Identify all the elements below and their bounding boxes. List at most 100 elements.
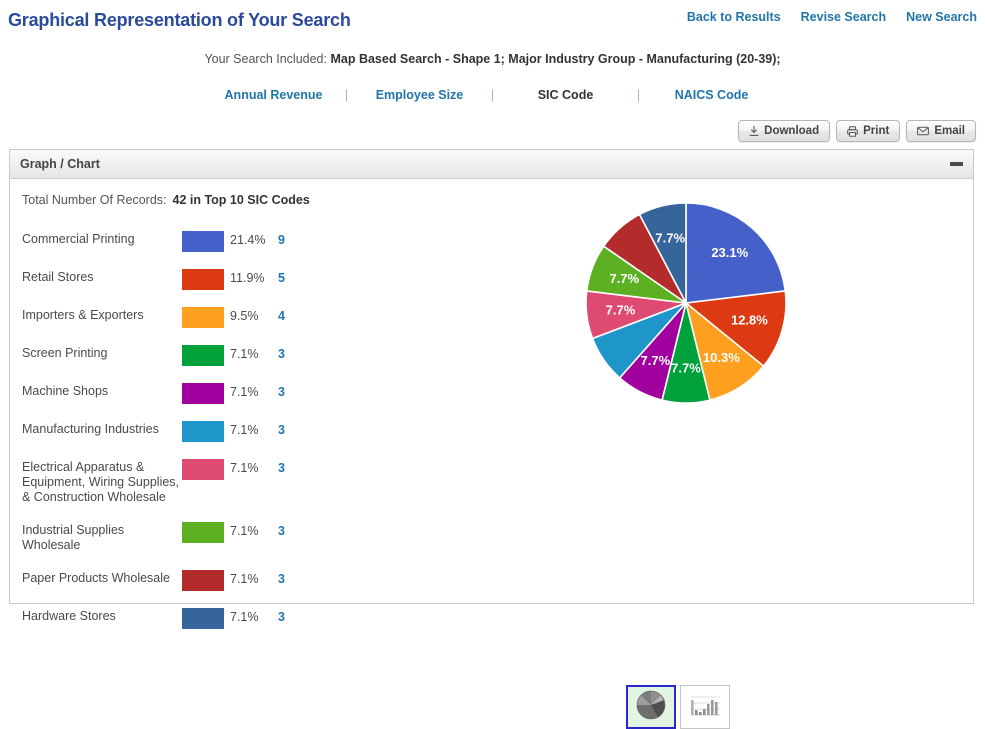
pie-slice-label: 10.3% [703, 350, 740, 365]
legend-count-link[interactable]: 3 [278, 608, 300, 624]
total-records-label: Total Number Of Records: [22, 193, 167, 207]
legend-row: Hardware Stores 7.1% 3 [22, 608, 342, 629]
total-records-value: 42 in Top 10 SIC Codes [172, 193, 310, 207]
legend-count-link[interactable]: 9 [278, 231, 300, 247]
legend-count-link[interactable]: 3 [278, 421, 300, 437]
legend-count-link[interactable]: 3 [278, 522, 300, 538]
pie-chart-icon [634, 688, 668, 727]
legend-percent: 7.1% [230, 385, 259, 399]
search-summary-prefix: Your Search Included: [204, 52, 327, 66]
legend-label: Machine Shops [22, 384, 109, 398]
legend-swatch-cell [182, 608, 230, 629]
graph-chart-panel: Graph / Chart Total Number Of Records: 42… [9, 149, 974, 729]
download-icon [749, 125, 759, 137]
criteria-separator: | [636, 88, 641, 102]
legend-row: Paper Products Wholesale 7.1% 3 [22, 570, 342, 591]
legend-table: Commercial Printing 21.4% 9 Retail Store… [22, 231, 342, 629]
legend-row: Importers & Exporters 9.5% 4 [22, 307, 342, 328]
page-title: Graphical Representation of Your Search [8, 10, 351, 30]
criteria-tab-sic-code: SIC Code [537, 88, 594, 102]
legend-count-link[interactable]: 3 [278, 459, 300, 475]
legend-color-swatch [182, 421, 224, 442]
legend-swatch-cell [182, 421, 230, 442]
legend-row: Industrial Supplies Wholesale 7.1% 3 [22, 522, 342, 553]
legend-row: Retail Stores 11.9% 5 [22, 269, 342, 290]
legend-color-swatch [182, 383, 224, 404]
panel-body: Total Number Of Records: 42 in Top 10 SIC… [10, 179, 973, 729]
bar-chart-option[interactable] [680, 685, 730, 729]
criteria-tab-employee-size[interactable]: Employee Size [354, 88, 486, 102]
criteria-separator: | [490, 88, 495, 102]
pie-slice-label: 7.7% [671, 360, 701, 375]
legend-percent: 7.1% [230, 610, 259, 624]
legend-percent: 7.1% [230, 347, 259, 361]
pie-slice-label: 23.1% [711, 245, 748, 260]
minimize-icon[interactable] [950, 162, 963, 166]
legend-percent: 11.9% [230, 271, 265, 285]
legend-label: Hardware Stores [22, 609, 116, 623]
email-button[interactable]: Email [906, 120, 976, 142]
pie-chart-option[interactable] [626, 685, 676, 729]
legend-percent: 7.1% [230, 423, 259, 437]
top-nav-links: Back to Results Revise Search New Search [687, 10, 977, 24]
print-button-label: Print [863, 125, 890, 137]
legend-color-swatch [182, 269, 224, 290]
pie-slice-label: 12.8% [731, 313, 768, 328]
chart-area: 23.1% 12.8% 10.3% 7.7% 7.7% 7.7% 7.7% 7.7% [565, 199, 965, 599]
legend-swatch-cell [182, 231, 230, 252]
criteria-tab-naics-code[interactable]: NAICS Code [646, 88, 778, 102]
legend-swatch-cell [182, 570, 230, 591]
legend-count-link[interactable]: 5 [278, 269, 300, 285]
legend-label: Electrical Apparatus & Equipment, Wiring… [22, 460, 180, 504]
criteria-tab-annual-revenue[interactable]: Annual Revenue [208, 88, 340, 102]
back-to-results-link[interactable]: Back to Results [687, 10, 781, 24]
legend-label: Manufacturing Industries [22, 422, 159, 436]
legend-label: Retail Stores [22, 270, 94, 284]
legend-color-swatch [182, 570, 224, 591]
criteria-nav: Annual Revenue | Employee Size | SIC Cod… [0, 88, 985, 102]
new-search-link[interactable]: New Search [906, 10, 977, 24]
legend-swatch-cell [182, 307, 230, 328]
envelope-icon [917, 126, 930, 136]
pie-slice-label: 7.7% [609, 271, 639, 286]
pie-slice-label: 7.7% [641, 353, 671, 368]
email-button-label: Email [934, 125, 965, 137]
legend-count-link[interactable]: 3 [278, 345, 300, 361]
legend-label: Importers & Exporters [22, 308, 144, 322]
legend-label: Screen Printing [22, 346, 108, 360]
legend-count-link[interactable]: 3 [278, 383, 300, 399]
panel-title: Graph / Chart [20, 157, 100, 171]
search-summary: Your Search Included: Map Based Search -… [0, 52, 985, 66]
legend-row: Machine Shops 7.1% 3 [22, 383, 342, 404]
legend-percent: 9.5% [230, 309, 259, 323]
legend-row: Electrical Apparatus & Equipment, Wiring… [22, 459, 342, 505]
legend-row: Screen Printing 7.1% 3 [22, 345, 342, 366]
legend-percent: 7.1% [230, 572, 259, 586]
printer-icon [847, 125, 858, 137]
legend-row: Manufacturing Industries 7.1% 3 [22, 421, 342, 442]
download-button-label: Download [764, 125, 820, 137]
print-button[interactable]: Print [836, 120, 901, 142]
legend-color-swatch [182, 307, 224, 328]
criteria-separator: | [344, 88, 349, 102]
chart-type-switcher [626, 685, 730, 729]
action-toolbar: Download Print Email [738, 120, 976, 142]
legend-percent: 7.1% [230, 524, 259, 538]
legend-color-swatch [182, 231, 224, 252]
legend-count-link[interactable]: 4 [278, 307, 300, 323]
legend-count-link[interactable]: 3 [278, 570, 300, 586]
pie-chart-svg[interactable]: 23.1%12.8%10.3%7.7%7.7%7.7%7.7%7.7% [582, 199, 790, 407]
legend-swatch-cell [182, 383, 230, 404]
legend-color-swatch [182, 522, 224, 543]
download-button[interactable]: Download [738, 120, 831, 142]
legend-swatch-cell [182, 269, 230, 290]
pie-chart[interactable]: 23.1% 12.8% 10.3% 7.7% 7.7% 7.7% 7.7% 7.7% [582, 199, 790, 407]
panel-header: Graph / Chart [10, 150, 973, 179]
legend-color-swatch [182, 608, 224, 629]
legend-color-swatch [182, 345, 224, 366]
legend-swatch-cell [182, 459, 230, 480]
revise-search-link[interactable]: Revise Search [801, 10, 886, 24]
legend-percent: 21.4% [230, 233, 266, 247]
legend-row: Commercial Printing 21.4% 9 [22, 231, 342, 252]
search-summary-criteria: Map Based Search - Shape 1; Major Indust… [330, 52, 781, 66]
